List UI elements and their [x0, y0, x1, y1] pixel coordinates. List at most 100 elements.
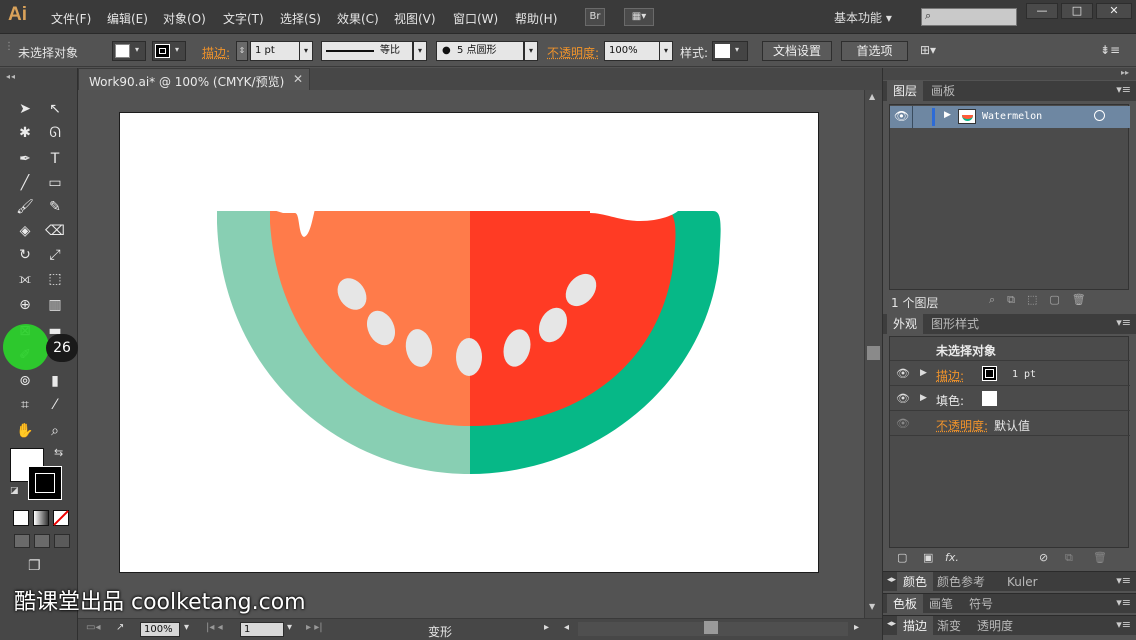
stroke-swatch-icon[interactable] [982, 366, 997, 381]
menu-effect[interactable]: 效果(C) [337, 10, 379, 27]
document-setup-button[interactable]: 文档设置 [762, 41, 832, 61]
tab-brushes[interactable]: 画笔 [923, 594, 959, 614]
fill-color-dropdown[interactable]: ▾ [112, 41, 146, 61]
close-button[interactable]: ✕ [1096, 3, 1132, 19]
zoom-tool-icon[interactable]: ⌕ [44, 420, 66, 442]
preferences-button[interactable]: 首选项 [841, 41, 908, 61]
status-text[interactable]: 变形 [428, 623, 452, 640]
artboard[interactable] [119, 112, 819, 573]
export-icon[interactable]: ↗ [116, 622, 124, 633]
rectangle-tool-icon[interactable]: ▭ [44, 172, 66, 194]
add-fill-icon[interactable]: ▣ [923, 551, 933, 564]
draw-behind-icon[interactable] [34, 534, 50, 548]
scroll-thumb[interactable] [867, 346, 880, 360]
lasso-tool-icon[interactable]: ᘏ [44, 122, 66, 144]
eraser-tool-icon[interactable]: ⌫ [44, 220, 66, 242]
appearance-stroke-row[interactable]: 👁 ▶ 描边: 1 pt [890, 362, 1130, 386]
appearance-opacity-row[interactable]: 👁 不透明度: 默认值 [890, 412, 1130, 436]
maximize-button[interactable]: □ [1061, 3, 1093, 19]
clear-appearance-icon[interactable]: ⊘ [1039, 551, 1048, 564]
artboard-tool-icon[interactable]: ⌗ [14, 394, 36, 416]
gradient-mode-icon[interactable] [33, 510, 49, 526]
tab-layers[interactable]: 图层 [887, 81, 924, 101]
eye-icon[interactable]: 👁 [896, 367, 910, 380]
expand-triangle-icon[interactable]: ▶ [920, 368, 927, 378]
layer-row[interactable]: 👁 ▶ Watermelon [890, 106, 1130, 128]
scroll-thumb[interactable] [704, 621, 718, 634]
menu-edit[interactable]: 编辑(E) [107, 10, 148, 27]
close-icon[interactable]: ✕ [293, 72, 303, 86]
add-stroke-icon[interactable]: ▢ [897, 551, 907, 564]
collapse-icon[interactable]: ◂▸ [887, 619, 896, 629]
opacity-label[interactable]: 不透明度: [547, 44, 599, 61]
tab-graphic-styles[interactable]: 图形样式 [925, 314, 985, 334]
direct-selection-tool-icon[interactable]: ↖ [44, 98, 66, 120]
appearance-fill-row[interactable]: 👁 ▶ 填色: [890, 387, 1130, 411]
opacity-input[interactable]: 100% [604, 41, 660, 61]
stroke-color-swatch[interactable] [28, 466, 62, 500]
stroke-label[interactable]: 描边: [202, 44, 230, 61]
scroll-up-icon[interactable]: ▲ [869, 92, 875, 101]
symbol-sprayer-tool-icon[interactable]: ⊚ [14, 370, 36, 392]
align-icon[interactable]: ⊞▾ [920, 43, 936, 57]
stroke-weight-input[interactable]: 1 pt [250, 41, 300, 61]
screen-mode-icon[interactable]: ❐ [28, 558, 41, 574]
chevron-down-icon[interactable]: ▾ [184, 622, 189, 633]
delete-icon[interactable]: 🗑 [1093, 551, 1107, 564]
column-graph-tool-icon[interactable]: ▮ [44, 370, 66, 392]
chevron-down-icon[interactable]: ▾ [287, 622, 292, 633]
workspace-switcher[interactable]: 基本功能 ▾ [834, 9, 892, 26]
menu-window[interactable]: 窗口(W) [453, 10, 498, 27]
bridge-button[interactable]: Br [585, 8, 605, 26]
duplicate-icon[interactable]: ⧉ [1065, 551, 1073, 565]
chevron-down-icon[interactable]: ▾ [413, 41, 427, 61]
tab-transparency[interactable]: 透明度 [971, 616, 1019, 636]
collapse-icon[interactable]: ◂▸ [887, 575, 896, 585]
blob-brush-tool-icon[interactable]: ◈ [14, 220, 36, 242]
tab-swatches[interactable]: 色板 [887, 594, 924, 614]
opacity-label[interactable]: 不透明度: [936, 417, 988, 434]
tab-stroke[interactable]: 描边 [897, 616, 934, 636]
layers-footer-icons[interactable]: ⌕⧉⬚▢🗑 [989, 293, 1098, 307]
tab-kuler[interactable]: Kuler [1001, 572, 1044, 592]
scroll-left-icon[interactable]: ◂ [564, 622, 569, 633]
draw-inside-icon[interactable] [54, 534, 70, 548]
scroll-right-icon[interactable]: ▸ [854, 622, 859, 633]
expand-arrows-icon[interactable]: ▸▸ [1121, 68, 1129, 77]
line-tool-icon[interactable]: ╱ [14, 172, 36, 194]
next-artboard-icon[interactable]: ▸ ▸| [306, 622, 323, 633]
search-input[interactable]: ⌕ [921, 8, 1017, 26]
menu-view[interactable]: 视图(V) [394, 10, 436, 27]
hand-tool-icon[interactable]: ✋ [14, 420, 36, 442]
fx-icon[interactable]: fx. [945, 551, 959, 564]
panel-menu-icon[interactable]: ▾≡ [1116, 596, 1131, 609]
pencil-tool-icon[interactable]: ✎ [44, 196, 66, 218]
color-mode-icon[interactable] [13, 510, 29, 526]
panel-menu-icon[interactable]: ▾≡ [1116, 574, 1131, 587]
swap-colors-icon[interactable]: ⇆ [54, 446, 63, 459]
menu-object[interactable]: 对象(O) [163, 10, 206, 27]
perspective-grid-tool-icon[interactable]: ▥ [44, 294, 66, 316]
type-tool-icon[interactable]: T [44, 148, 66, 170]
status-arrow-icon[interactable]: ▸ [544, 622, 549, 633]
chevron-down-icon[interactable]: ▾ [299, 41, 313, 61]
panel-menu-icon[interactable]: ▾≡ [1116, 83, 1131, 96]
panel-menu-icon[interactable]: ⇟≡ [1100, 43, 1120, 57]
arrange-documents-icon[interactable]: ▦▾ [624, 8, 654, 26]
menu-select[interactable]: 选择(S) [280, 10, 321, 27]
document-tab[interactable]: Work90.ai* @ 100% (CMYK/预览) ✕ [78, 68, 310, 90]
scroll-down-icon[interactable]: ▼ [869, 602, 875, 611]
panel-menu-icon[interactable]: ▾≡ [1116, 618, 1131, 631]
paintbrush-tool-icon[interactable]: 🖌 [14, 196, 36, 218]
minimize-button[interactable]: — [1026, 3, 1058, 19]
menu-type[interactable]: 文字(T) [223, 10, 264, 27]
target-icon[interactable] [1094, 110, 1105, 121]
pen-tool-icon[interactable]: ✒ [14, 148, 36, 170]
stroke-color-dropdown[interactable]: ▾ [152, 41, 186, 61]
tab-color[interactable]: 颜色 [897, 572, 934, 592]
variable-width-profile[interactable]: 等比 [321, 41, 413, 61]
watermelon-artwork[interactable] [120, 113, 820, 574]
tab-gradient[interactable]: 渐变 [931, 616, 967, 636]
eye-icon[interactable]: 👁 [896, 417, 910, 430]
fill-swatch-icon[interactable] [982, 391, 997, 406]
